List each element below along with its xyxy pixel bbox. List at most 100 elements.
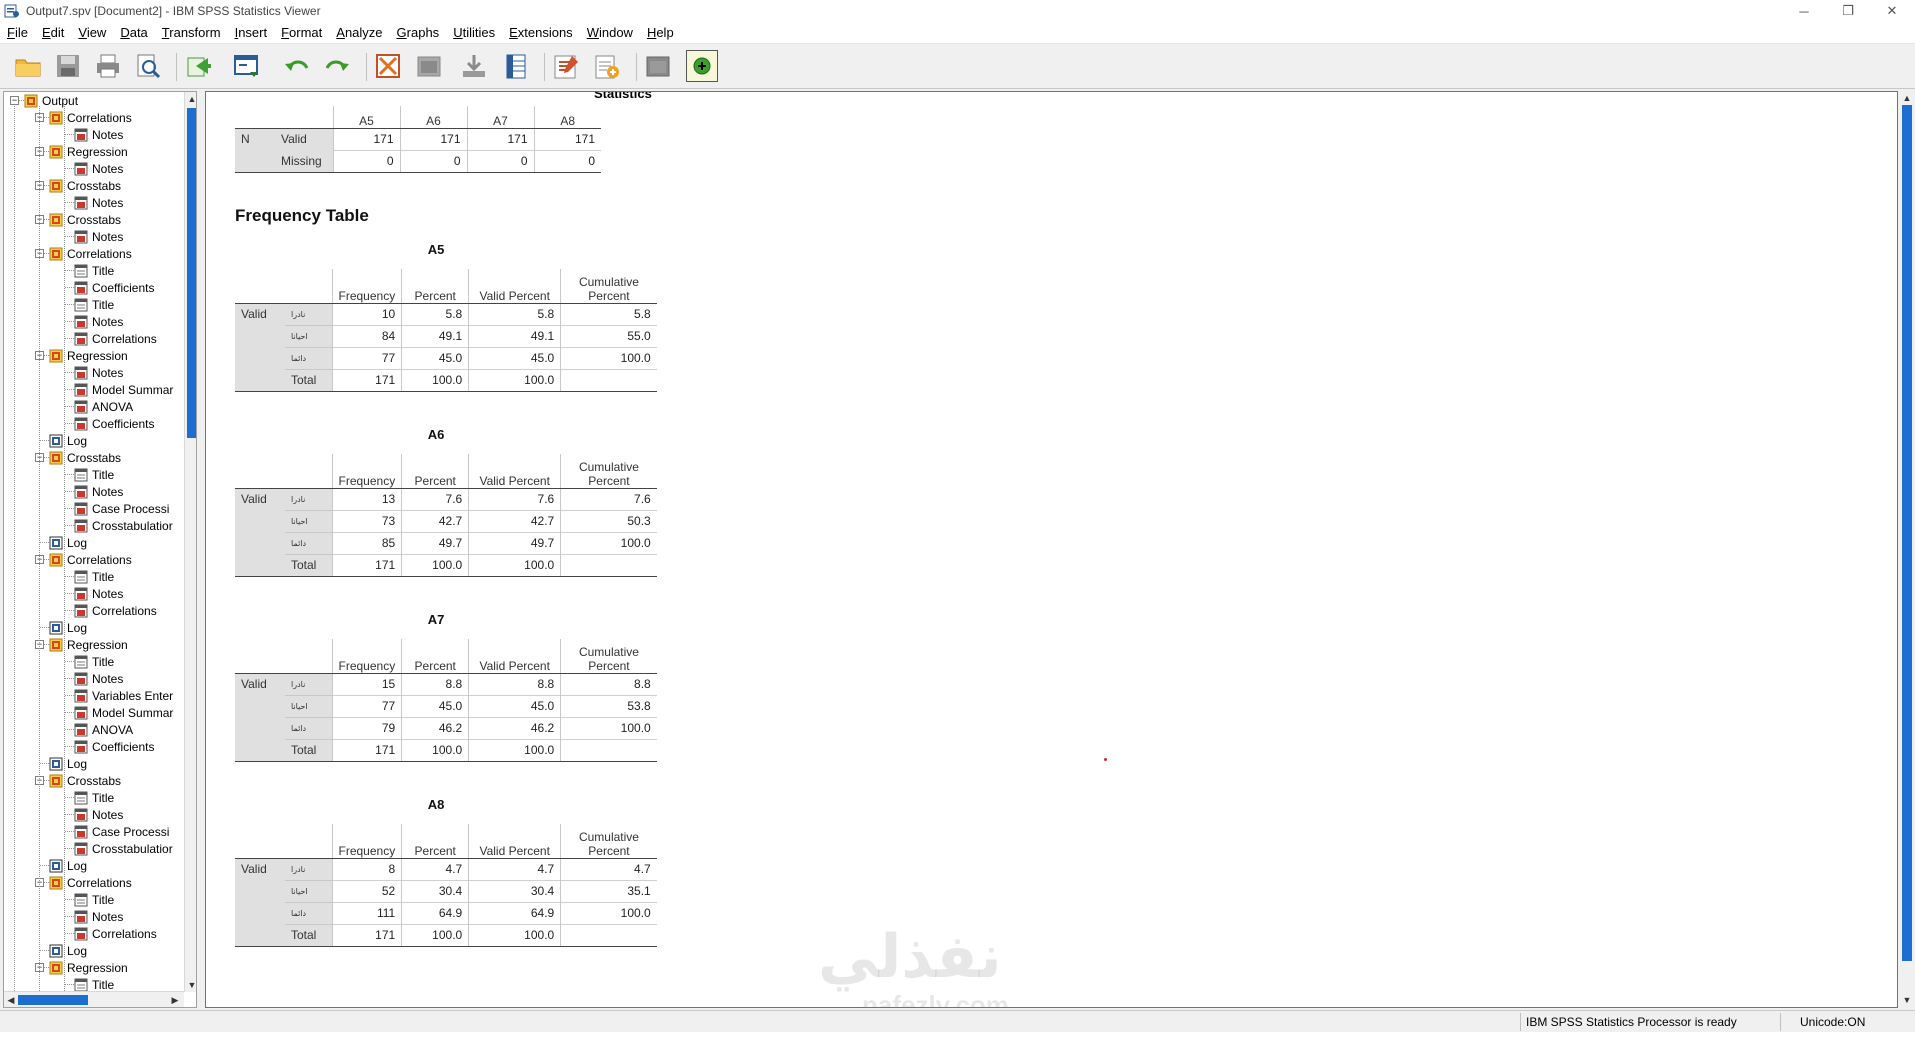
outline-item-output[interactable]: Output: [24, 92, 78, 109]
redo-icon[interactable]: [321, 50, 353, 82]
outline-item-regression[interactable]: Regression: [49, 143, 128, 160]
scroll-down-arrow-icon[interactable]: ▼: [185, 978, 196, 992]
outline-item-log[interactable]: Log: [49, 534, 87, 551]
outline-item-notes[interactable]: Notes: [74, 194, 123, 211]
menu-format[interactable]: Format: [274, 25, 329, 40]
goto-variable-icon[interactable]: [458, 50, 490, 82]
undo-icon[interactable]: [281, 50, 313, 82]
outline-item-crosstabs[interactable]: Crosstabs: [49, 449, 121, 466]
scrollbar-thumb[interactable]: [18, 995, 88, 1005]
goto-data-icon[interactable]: [372, 50, 404, 82]
outline-item-title[interactable]: Title: [74, 296, 114, 313]
menu-edit[interactable]: Edit: [35, 25, 71, 40]
outline-item-crosstabs[interactable]: Crosstabs: [49, 211, 121, 228]
variables-icon[interactable]: [500, 50, 532, 82]
outline-item-coefficients[interactable]: Coefficients: [74, 738, 154, 755]
outline-item-regression[interactable]: Regression: [49, 636, 128, 653]
print-preview-icon[interactable]: [132, 50, 164, 82]
collapse-icon[interactable]: −: [10, 96, 19, 105]
outline-item-log[interactable]: Log: [49, 755, 87, 772]
scroll-left-arrow-icon[interactable]: ◀: [4, 993, 18, 1007]
outline-item-correlations[interactable]: Correlations: [74, 330, 157, 347]
frequency-table[interactable]: Frequency Percent Valid Percent Cumulative P…: [235, 639, 657, 762]
scrollbar-thumb[interactable]: [1902, 105, 1912, 961]
outline-item-notes[interactable]: Notes: [74, 670, 123, 687]
outline-item-crosstabulatior[interactable]: Crosstabulatior: [74, 517, 173, 534]
outline-item-crosstabs[interactable]: Crosstabs: [49, 177, 121, 194]
menu-utilities[interactable]: Utilities: [446, 25, 502, 40]
save-icon[interactable]: [52, 50, 84, 82]
scroll-right-arrow-icon[interactable]: ▶: [168, 993, 182, 1007]
outline-item-crosstabulatior[interactable]: Crosstabulatior: [74, 840, 173, 857]
outline-item-correlations[interactable]: Correlations: [49, 245, 132, 262]
goto-case-icon[interactable]: [413, 50, 445, 82]
outline-item-notes[interactable]: Notes: [74, 126, 123, 143]
scrollbar-thumb[interactable]: [187, 108, 196, 438]
outline-item-notes[interactable]: Notes: [74, 313, 123, 330]
outline-item-title[interactable]: Title: [74, 653, 114, 670]
outline-item-notes[interactable]: Notes: [74, 228, 123, 245]
outline-item-correlations[interactable]: Correlations: [74, 925, 157, 942]
menu-graphs[interactable]: Graphs: [390, 25, 447, 40]
create-title-icon[interactable]: [591, 50, 623, 82]
outline-pane[interactable]: Output − Correlations − Notes Regression − Note…: [3, 91, 197, 1008]
outline-item-log[interactable]: Log: [49, 619, 87, 636]
outline-item-notes[interactable]: Notes: [74, 908, 123, 925]
outline-item-crosstabs[interactable]: Crosstabs: [49, 772, 121, 789]
menu-window[interactable]: Window: [580, 25, 640, 40]
open-folder-icon[interactable]: [12, 50, 44, 82]
menu-file[interactable]: File: [0, 25, 35, 40]
outline-item-model-summar[interactable]: Model Summar: [74, 381, 173, 398]
outline-item-notes[interactable]: Notes: [74, 364, 123, 381]
outline-item-anova[interactable]: ANOVA: [74, 398, 133, 415]
restore-button[interactable]: ❐: [1826, 0, 1870, 22]
outline-item-log[interactable]: Log: [49, 432, 87, 449]
frequency-table[interactable]: Frequency Percent Valid Percent Cumulative P…: [235, 454, 657, 577]
outline-item-title[interactable]: Title: [74, 891, 114, 908]
recall-dialog-icon[interactable]: [230, 50, 262, 82]
menu-insert[interactable]: Insert: [228, 25, 275, 40]
scroll-up-arrow-icon[interactable]: ▲: [185, 92, 196, 106]
outline-item-title[interactable]: Title: [74, 466, 114, 483]
menu-help[interactable]: Help: [640, 25, 681, 40]
outline-item-coefficients[interactable]: Coefficients: [74, 415, 154, 432]
outline-item-model-summar[interactable]: Model Summar: [74, 704, 173, 721]
outline-item-correlations[interactable]: Correlations: [49, 109, 132, 126]
statistics-table[interactable]: A5 A6 A7 A8 N Valid 171 171 171 171 Miss…: [235, 106, 601, 173]
outline-item-notes[interactable]: Notes: [74, 806, 123, 823]
outline-item-regression[interactable]: Regression: [49, 959, 128, 976]
menu-transform[interactable]: Transform: [155, 25, 228, 40]
outline-item-log[interactable]: Log: [49, 857, 87, 874]
outline-item-notes[interactable]: Notes: [74, 483, 123, 500]
outline-item-log[interactable]: Log: [49, 942, 87, 959]
output-content-pane[interactable]: Statistics A5 A6 A7 A8 N Valid 171 171 1…: [205, 91, 1898, 1008]
outline-item-variables-enter[interactable]: Variables Enter: [74, 687, 173, 704]
minimize-button[interactable]: ─: [1782, 0, 1826, 22]
outline-item-anova[interactable]: ANOVA: [74, 721, 133, 738]
pane-splitter[interactable]: [198, 91, 204, 1008]
insert-output-icon[interactable]: [550, 50, 582, 82]
close-button[interactable]: ✕: [1870, 0, 1914, 22]
outline-horizontal-scrollbar[interactable]: ◀ ▶: [4, 991, 184, 1007]
menu-view[interactable]: View: [71, 25, 113, 40]
content-vertical-scrollbar[interactable]: ▲ ▼: [1900, 91, 1914, 1008]
scroll-down-arrow-icon[interactable]: ▼: [1900, 993, 1914, 1007]
export-icon[interactable]: [182, 50, 214, 82]
outline-item-regression[interactable]: Regression: [49, 347, 128, 364]
frequency-table[interactable]: Frequency Percent Valid Percent Cumulative P…: [235, 824, 657, 947]
scroll-up-arrow-icon[interactable]: ▲: [1900, 91, 1914, 105]
outline-item-title[interactable]: Title: [74, 262, 114, 279]
outline-item-title[interactable]: Title: [74, 568, 114, 585]
menu-data[interactable]: Data: [113, 25, 154, 40]
outline-item-case-processi[interactable]: Case Processi: [74, 823, 169, 840]
outline-item-notes[interactable]: Notes: [74, 160, 123, 177]
menu-analyze[interactable]: Analyze: [329, 25, 389, 40]
outline-item-correlations[interactable]: Correlations: [74, 602, 157, 619]
outline-vertical-scrollbar[interactable]: ▲ ▼: [184, 92, 196, 992]
outline-item-correlations[interactable]: Correlations: [49, 551, 132, 568]
frequency-table[interactable]: Frequency Percent Valid Percent Cumulative P…: [235, 269, 657, 392]
outline-item-title[interactable]: Title: [74, 789, 114, 806]
outline-item-notes[interactable]: Notes: [74, 585, 123, 602]
print-icon[interactable]: [92, 50, 124, 82]
outline-item-coefficients[interactable]: Coefficients: [74, 279, 154, 296]
